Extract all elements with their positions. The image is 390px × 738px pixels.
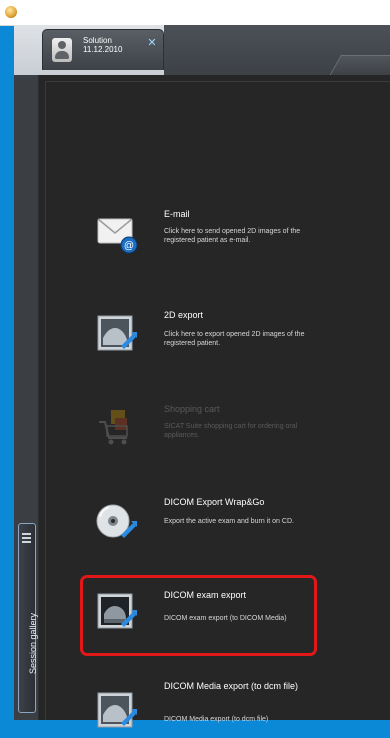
shopping-cart-icon [95, 408, 139, 452]
session-tab[interactable]: Solution 11.12.2010 ✕ [42, 29, 164, 70]
app-frame: Solution 11.12.2010 ✕ Session gallery @ … [14, 25, 390, 728]
export-item-description: Click here to send opened 2D images of t… [164, 228, 301, 244]
dicom-media-export-icon [95, 689, 139, 733]
export-item-email[interactable]: @ E-mail Click here to send opened 2D im… [46, 199, 366, 269]
tabstrip-background [164, 25, 390, 75]
session-title: Solution [83, 36, 112, 45]
svg-text:@: @ [124, 241, 134, 252]
export-item-title: DICOM Export Wrap&Go [164, 497, 265, 507]
cd-export-icon [95, 499, 139, 543]
export-item-description: SICAT Suite shopping cart for ordering o… [164, 423, 298, 439]
export-panel: @ E-mail Click here to send opened 2D im… [39, 75, 390, 728]
window-titlebar [0, 0, 390, 26]
app-icon [5, 6, 17, 18]
session-date: 11.12.2010 [83, 45, 123, 54]
export-item-2d[interactable]: 2D export Click here to export opened 2D… [46, 302, 366, 364]
session-gallery-label: Session gallery [28, 612, 38, 674]
pin-icon[interactable]: ✕ [147, 38, 157, 49]
2d-export-icon [95, 312, 139, 356]
selection-highlight [80, 575, 317, 656]
session-gallery-tab[interactable]: Session gallery [18, 523, 38, 713]
email-icon: @ [95, 213, 139, 257]
session-tabstrip: Solution 11.12.2010 ✕ [14, 25, 390, 76]
export-list: @ E-mail Click here to send opened 2D im… [45, 81, 390, 728]
patient-icon [52, 38, 72, 62]
export-item-title: 2D export [164, 310, 204, 320]
export-item-title: DICOM Media export (to dcm file) [164, 681, 299, 691]
left-sidebar: Session gallery [14, 75, 39, 720]
export-item-title: Shopping cart [164, 404, 220, 414]
export-item-description: Export the active exam and burn it on CD… [164, 518, 294, 525]
export-item-shopping-cart: Shopping cart SICAT Suite shopping cart … [46, 394, 366, 456]
export-item-description: Click here to export opened 2D images of… [164, 331, 305, 347]
export-item-wrap-and-go[interactable]: DICOM Export Wrap&Go Export the active e… [46, 487, 366, 549]
gallery-icon [22, 533, 31, 543]
session-tab-text: Solution 11.12.2010 [83, 36, 122, 54]
export-item-title: E-mail [164, 209, 190, 219]
